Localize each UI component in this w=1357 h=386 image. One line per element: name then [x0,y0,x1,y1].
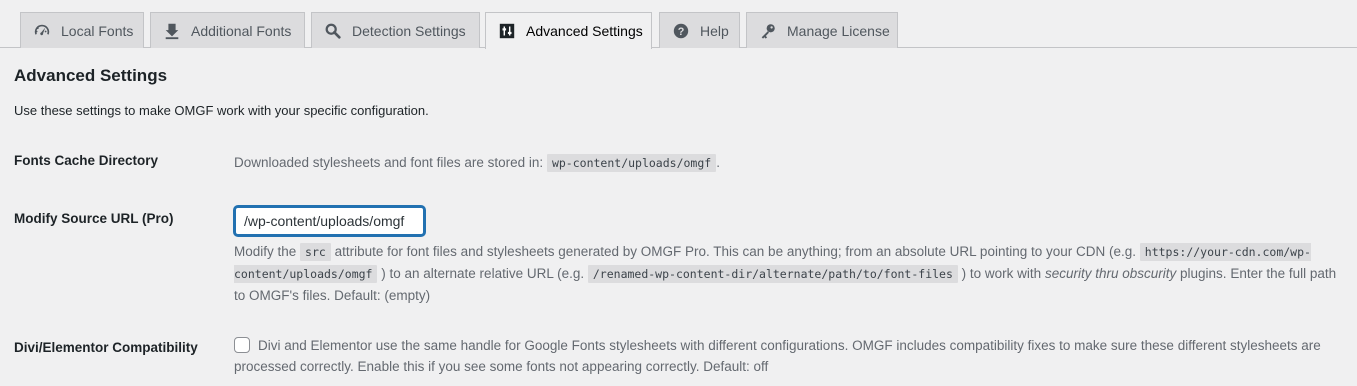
fonts-cache-path: wp-content/uploads/omgf [546,154,717,172]
desc-text: attribute for font files and stylesheets… [334,244,1137,259]
desc-code-relative: /renamed-wp-content-dir/alternate/path/t… [587,265,958,283]
fonts-cache-end: . [716,155,720,170]
compat-label: Divi/Elementor Compatibility [14,340,198,355]
page-intro: Use these settings to make OMGF work wit… [14,103,429,118]
key-icon [759,22,777,40]
svg-text:?: ? [678,26,685,38]
fonts-cache-label: Fonts Cache Directory [14,153,159,168]
tab-manage-license[interactable]: Manage License [746,12,898,48]
page-title: Advanced Settings [14,66,168,85]
tab-label: Additional Fonts [191,22,292,39]
tab-advanced-settings[interactable]: Advanced Settings [485,12,652,49]
fonts-cache-text: Downloaded stylesheets and font files ar… [234,155,544,170]
help-icon: ? [672,22,690,40]
tab-detection-settings[interactable]: Detection Settings [311,12,480,48]
dashboard-icon [33,22,51,40]
fonts-cache-description: Downloaded stylesheets and font files ar… [234,152,720,174]
desc-emphasis: security thru obscurity [1044,266,1177,281]
search-icon [324,22,342,40]
tab-label: Advanced Settings [526,23,643,39]
desc-text: Modify the [234,244,297,259]
tab-label: Manage License [787,22,890,39]
tab-label: Local Fonts [61,22,134,39]
desc-text: ) to work with [961,266,1042,281]
compat-description: Divi and Elementor use the same handle f… [234,338,1321,374]
source-url-label: Modify Source URL (Pro) [14,211,174,226]
source-url-description: Modify the src attribute for font files … [234,241,1344,306]
tab-label: Help [700,22,729,39]
admin-generic-icon [498,22,516,40]
source-url-input[interactable] [234,206,425,236]
desc-code-src: src [300,243,331,261]
tab-local-fonts[interactable]: Local Fonts [20,12,144,48]
download-icon [163,22,181,40]
tab-help[interactable]: ? Help [659,12,740,48]
desc-text: ) to an alternate relative URL (e.g. [381,266,585,281]
tab-additional-fonts[interactable]: Additional Fonts [150,12,305,48]
tab-label: Detection Settings [352,22,466,39]
tab-bar: Local Fonts Additional Fonts Detection S… [0,0,1357,49]
